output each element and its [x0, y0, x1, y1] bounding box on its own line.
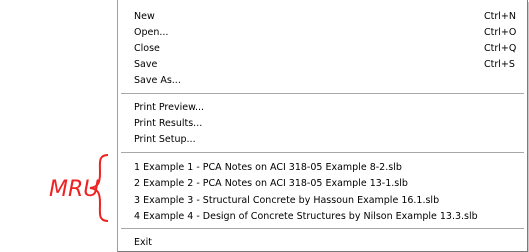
menu-item-print-preview[interactable]: Print Preview...	[118, 99, 527, 116]
menu-item-shortcut: Ctrl+N	[484, 11, 516, 22]
mru-item-3[interactable]: 3 Example 3 - Structural Concrete by Has…	[118, 192, 527, 209]
menu-item-close[interactable]: Close Ctrl+Q	[118, 40, 527, 57]
mru-item-2[interactable]: 2 Example 2 - PCA Notes on ACI 318-05 Ex…	[118, 175, 527, 192]
menu-item-exit[interactable]: Exit	[118, 234, 527, 251]
menu-item-label: New	[134, 11, 155, 22]
menu-item-shortcut: Ctrl+Q	[484, 43, 517, 54]
menu-item-shortcut: Ctrl+O	[484, 27, 517, 38]
curly-brace-icon	[89, 154, 109, 222]
menu-item-label: 3 Example 3 - Structural Concrete by Has…	[134, 195, 440, 206]
menu-item-shortcut: Ctrl+S	[484, 59, 515, 70]
menu-item-label: Print Preview...	[134, 102, 205, 113]
menu-item-label: 2 Example 2 - PCA Notes on ACI 318-05 Ex…	[134, 178, 408, 189]
menu-item-save-as[interactable]: Save As...	[118, 72, 527, 89]
menu-item-label: Open...	[134, 27, 169, 38]
menu-separator	[121, 228, 524, 230]
menu-item-label: 1 Example 1 - PCA Notes on ACI 318-05 Ex…	[134, 162, 402, 173]
menu-item-label: Exit	[134, 237, 152, 248]
menu-item-label: Save As...	[134, 75, 181, 86]
file-menu: New Ctrl+N Open... Ctrl+O Close Ctrl+Q S…	[117, 0, 528, 252]
menu-item-save[interactable]: Save Ctrl+S	[118, 56, 527, 73]
menu-separator	[121, 152, 524, 154]
mru-item-1[interactable]: 1 Example 1 - PCA Notes on ACI 318-05 Ex…	[118, 159, 527, 176]
menu-item-label: Print Setup...	[134, 134, 196, 145]
menu-item-label: 4 Example 4 - Design of Concrete Structu…	[134, 211, 478, 222]
menu-item-label: Save	[134, 59, 158, 70]
mru-item-4[interactable]: 4 Example 4 - Design of Concrete Structu…	[118, 208, 527, 225]
menu-item-label: Close	[134, 43, 160, 54]
menu-separator	[121, 93, 524, 95]
menu-item-new[interactable]: New Ctrl+N	[118, 8, 527, 25]
menu-item-open[interactable]: Open... Ctrl+O	[118, 24, 527, 41]
menu-item-print-setup[interactable]: Print Setup...	[118, 131, 527, 148]
menu-item-print-results[interactable]: Print Results...	[118, 115, 527, 132]
menu-item-label: Print Results...	[134, 118, 203, 129]
